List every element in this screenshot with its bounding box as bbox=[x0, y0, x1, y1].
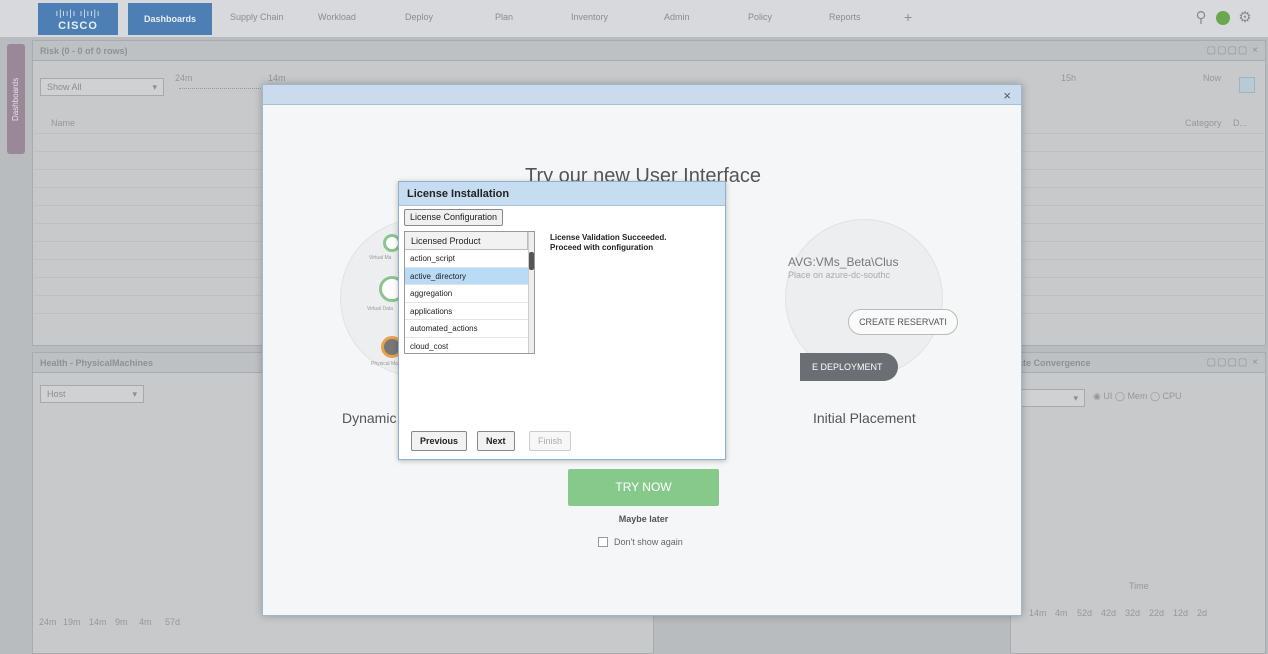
list-item[interactable]: action_script bbox=[405, 250, 528, 268]
timeline-label: 57d bbox=[165, 617, 181, 627]
timeline-label: Now bbox=[1203, 73, 1222, 83]
dont-show-label: Don't show again bbox=[614, 537, 683, 547]
timeline-label: 42d bbox=[1101, 608, 1117, 618]
panel-controls-icon[interactable]: ▢▢▢▢ × bbox=[1207, 357, 1259, 368]
sidebar: Dashboards bbox=[0, 38, 32, 654]
convergence-radios[interactable]: ◉ UI ◯ Mem ◯ CPU bbox=[1093, 391, 1182, 402]
license-configuration-button[interactable]: License Configuration bbox=[404, 209, 504, 226]
logo-text: CISCO bbox=[58, 20, 98, 32]
previous-button[interactable]: Previous bbox=[411, 431, 468, 451]
health-filter-select[interactable]: Host ▾ bbox=[40, 385, 144, 403]
create-reservation-button[interactable]: CREATE RESERVATI bbox=[848, 309, 958, 335]
next-button[interactable]: Next bbox=[477, 431, 515, 451]
tab-supply-chain[interactable]: Supply Chain bbox=[230, 12, 284, 22]
timeline-label: 32d bbox=[1125, 608, 1141, 618]
timeline-label: 24m bbox=[39, 617, 57, 627]
tab-workload[interactable]: Workload bbox=[318, 12, 356, 22]
timeline-label: 19m bbox=[63, 617, 81, 627]
list-item[interactable]: aggregation bbox=[405, 285, 528, 303]
timeline-label: 14m bbox=[1029, 608, 1047, 618]
add-tab-button[interactable]: + bbox=[904, 9, 912, 25]
timeline-label: 12d bbox=[1173, 608, 1189, 618]
tab-admin[interactable]: Admin bbox=[664, 12, 690, 22]
license-installation-dialog: License Installation License Configurati… bbox=[398, 181, 726, 460]
nav-icons: ⚲ ⚙ bbox=[1192, 9, 1254, 27]
timeline-label: 14m bbox=[89, 617, 107, 627]
convergence-select[interactable]: ▾ bbox=[1015, 389, 1085, 407]
refresh-icon[interactable] bbox=[1239, 77, 1255, 93]
risk-filter-select[interactable]: Show All ▾ bbox=[40, 78, 164, 96]
node-label: Physical Ma bbox=[371, 361, 398, 367]
node-label: Virtual Data bbox=[367, 306, 394, 312]
timeline-track[interactable] bbox=[179, 85, 265, 89]
close-icon[interactable]: × bbox=[1003, 88, 1011, 103]
tab-plan[interactable]: Plan bbox=[495, 12, 513, 22]
dont-show-again[interactable]: Don't show again bbox=[598, 537, 683, 547]
vm-name: AVG:VMs_Beta\Clus bbox=[788, 255, 899, 269]
dont-show-checkbox[interactable] bbox=[598, 537, 608, 547]
tab-reports[interactable]: Reports bbox=[829, 12, 861, 22]
list-item[interactable]: active_directory bbox=[405, 267, 528, 285]
timeline-label: 15h bbox=[1061, 73, 1077, 83]
risk-panel-title: Risk (0 - 0 of 0 rows) bbox=[33, 41, 1265, 61]
convergence-panel: ate Convergence ▢▢▢▢ × ▾ ◉ UI ◯ Mem ◯ CP… bbox=[1010, 352, 1266, 654]
scrollbar-thumb[interactable] bbox=[529, 252, 534, 270]
licensed-product-list[interactable]: Licensed Product action_script active_di… bbox=[404, 231, 535, 354]
dynamic-caption: Dynamic bbox=[342, 410, 397, 426]
list-item[interactable]: cloud_cost bbox=[405, 338, 528, 354]
timeline-label: 24m bbox=[175, 73, 193, 83]
search-icon[interactable]: ⚲ bbox=[1192, 9, 1210, 27]
list-item[interactable]: automated_actions bbox=[405, 320, 528, 338]
tab-deploy[interactable]: Deploy bbox=[405, 12, 433, 22]
time-label: Time bbox=[1129, 581, 1149, 591]
tab-inventory[interactable]: Inventory bbox=[571, 12, 608, 22]
col-name[interactable]: Name bbox=[51, 118, 75, 128]
panel-controls-icon[interactable]: ▢▢▢▢ × bbox=[1207, 45, 1259, 56]
modal-title-bar bbox=[263, 85, 1021, 105]
timeline-label: 9m bbox=[115, 617, 128, 627]
placement-caption: Initial Placement bbox=[813, 410, 916, 426]
license-validation-message: License Validation Succeeded. Proceed wi… bbox=[550, 233, 667, 252]
try-now-button[interactable]: TRY NOW bbox=[568, 469, 719, 506]
tab-dashboards[interactable]: Dashboards bbox=[128, 3, 213, 35]
node-label: Virtual Ma bbox=[369, 255, 392, 261]
vm-placement-text: Place on azure-dc-southc bbox=[788, 270, 891, 280]
list-scrollbar[interactable] bbox=[528, 232, 534, 353]
timeline-label: 4m bbox=[1055, 608, 1068, 618]
col-category[interactable]: Category bbox=[1185, 118, 1222, 128]
cisco-logo[interactable]: ı|ıı|ı ı|ıı|ı CISCO bbox=[38, 3, 118, 35]
tab-policy[interactable]: Policy bbox=[748, 12, 772, 22]
maybe-later-link[interactable]: Maybe later bbox=[568, 514, 719, 524]
list-item[interactable]: applications bbox=[405, 303, 528, 320]
timeline-label: 14m bbox=[268, 73, 286, 83]
col-d[interactable]: D... bbox=[1233, 118, 1247, 128]
timeline-label: 4m bbox=[139, 617, 152, 627]
license-dialog-title: License Installation bbox=[399, 182, 725, 206]
list-header: Licensed Product bbox=[405, 232, 528, 250]
top-nav: ı|ıı|ı ı|ıı|ı CISCO Dashboards Supply Ch… bbox=[0, 0, 1268, 38]
finish-button[interactable]: Finish bbox=[529, 431, 572, 451]
sidebar-tab-dashboards[interactable]: Dashboards bbox=[7, 44, 25, 154]
gear-icon[interactable]: ⚙ bbox=[1236, 9, 1254, 27]
status-icon[interactable] bbox=[1216, 11, 1230, 25]
timeline-label: 2d bbox=[1197, 608, 1208, 618]
timeline-label: 22d bbox=[1149, 608, 1165, 618]
deployment-button[interactable]: E DEPLOYMENT bbox=[800, 353, 898, 381]
logo-bars-icon: ı|ıı|ı ı|ıı|ı bbox=[55, 8, 101, 18]
timeline-label: 52d bbox=[1077, 608, 1093, 618]
